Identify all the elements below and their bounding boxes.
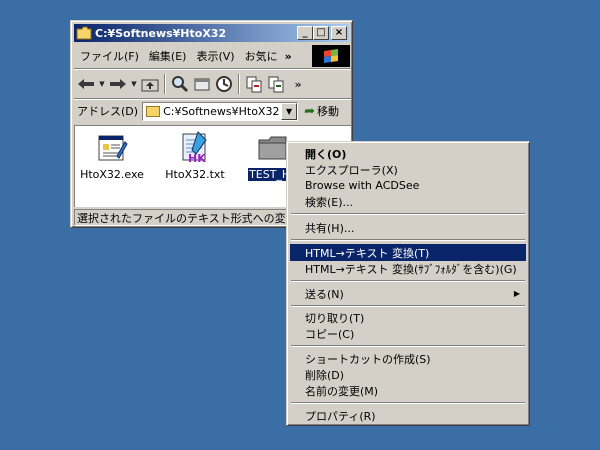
menu-separator	[291, 239, 525, 241]
search-icon[interactable]	[169, 73, 191, 95]
menu-item-open[interactable]: 開く(O)	[290, 145, 526, 162]
address-label: アドレス(D)	[77, 105, 139, 118]
up-folder-icon[interactable]	[139, 73, 161, 95]
menu-edit[interactable]: 編集(E)	[144, 48, 192, 64]
address-value: C:¥Softnews¥HtoX32	[163, 104, 280, 118]
menu-view[interactable]: 表示(V)	[191, 48, 239, 64]
submenu-arrow-icon: ▶	[513, 289, 520, 298]
toolbar: ▼ ▼ »	[75, 71, 350, 97]
toolbar-separator	[238, 74, 240, 94]
close-button[interactable]: ×	[331, 26, 347, 40]
separator	[74, 68, 351, 70]
folder-icon	[76, 26, 92, 40]
menu-favorites[interactable]: お気に	[240, 48, 283, 64]
go-button[interactable]: ➦ 移動	[304, 103, 339, 119]
title-bar[interactable]: C:¥Softnews¥HtoX32 _ □ ×	[74, 24, 349, 42]
folder-icon	[256, 130, 290, 164]
menu-item-html-to-text-subfolders[interactable]: HTML→テキスト 変換(ｻﾌﾞﾌｫﾙﾀﾞを含む)(G)	[290, 260, 526, 277]
menu-item-html-to-text[interactable]: HTML→テキスト 変換(T)	[290, 244, 526, 261]
maximize-button[interactable]: □	[313, 26, 329, 40]
address-input[interactable]: C:¥Softnews¥HtoX32 ▼	[142, 101, 299, 121]
text-file-icon: HK	[178, 130, 212, 165]
menu-item-cut[interactable]: 切り取り(T)	[290, 309, 526, 326]
menu-overflow-chevron[interactable]: »	[283, 50, 294, 63]
file-item[interactable]: HK HtoX32.txt	[160, 130, 230, 181]
menu-item-sharing[interactable]: 共有(H)...	[290, 219, 526, 236]
toolbar-separator	[164, 74, 166, 94]
forward-icon[interactable]	[107, 73, 129, 95]
menu-item-properties[interactable]: プロパティ(R)	[290, 407, 526, 424]
menu-item-browse-acdsee[interactable]: Browse with ACDSee	[290, 177, 526, 194]
exe-icon	[95, 130, 129, 164]
history-icon[interactable]	[213, 73, 235, 95]
file-name: HtoX32.exe	[80, 168, 144, 181]
menu-separator	[291, 280, 525, 282]
folder-icon	[146, 105, 161, 117]
forward-dropdown-icon[interactable]: ▼	[129, 73, 139, 95]
menu-bar: ファイル(F) 編集(E) 表示(V) お気に »	[75, 45, 350, 67]
move-to-icon[interactable]	[243, 73, 265, 95]
menu-item-send-to[interactable]: 送る(N) ▶	[290, 285, 526, 302]
menu-file[interactable]: ファイル(F)	[75, 48, 144, 64]
svg-text:HK: HK	[188, 152, 206, 164]
menu-item-explore[interactable]: エクスプローラ(X)	[290, 161, 526, 178]
menu-item-label: 送る(N)	[305, 287, 344, 301]
toolbar-overflow-chevron[interactable]: »	[287, 73, 309, 95]
back-icon[interactable]	[75, 73, 97, 95]
file-item[interactable]: HtoX32.exe	[77, 130, 147, 181]
menu-item-copy[interactable]: コピー(C)	[290, 325, 526, 342]
menu-item-search[interactable]: 検索(E)...	[290, 193, 526, 210]
menu-separator	[291, 305, 525, 307]
go-arrow-icon: ➦	[304, 103, 315, 119]
copy-to-icon[interactable]	[265, 73, 287, 95]
address-bar: アドレス(D) C:¥Softnews¥HtoX32 ▼ ➦ 移動	[75, 100, 350, 122]
menu-separator	[291, 213, 525, 215]
menu-item-create-shortcut[interactable]: ショートカットの作成(S)	[290, 350, 526, 367]
go-label: 移動	[316, 105, 339, 118]
minimize-button[interactable]: _	[297, 26, 313, 40]
menu-item-rename[interactable]: 名前の変更(M)	[290, 382, 526, 399]
folders-icon[interactable]	[191, 73, 213, 95]
file-name: HtoX32.txt	[165, 168, 225, 181]
menu-separator	[291, 345, 525, 347]
windows-logo-icon	[312, 45, 350, 67]
menu-item-delete[interactable]: 削除(D)	[290, 366, 526, 383]
menu-separator	[291, 402, 525, 404]
chevron-down-icon[interactable]: ▼	[281, 102, 298, 120]
back-dropdown-icon[interactable]: ▼	[97, 73, 107, 95]
context-menu: 開く(O) エクスプローラ(X) Browse with ACDSee 検索(E…	[286, 141, 530, 426]
window-title: C:¥Softnews¥HtoX32	[95, 26, 227, 40]
